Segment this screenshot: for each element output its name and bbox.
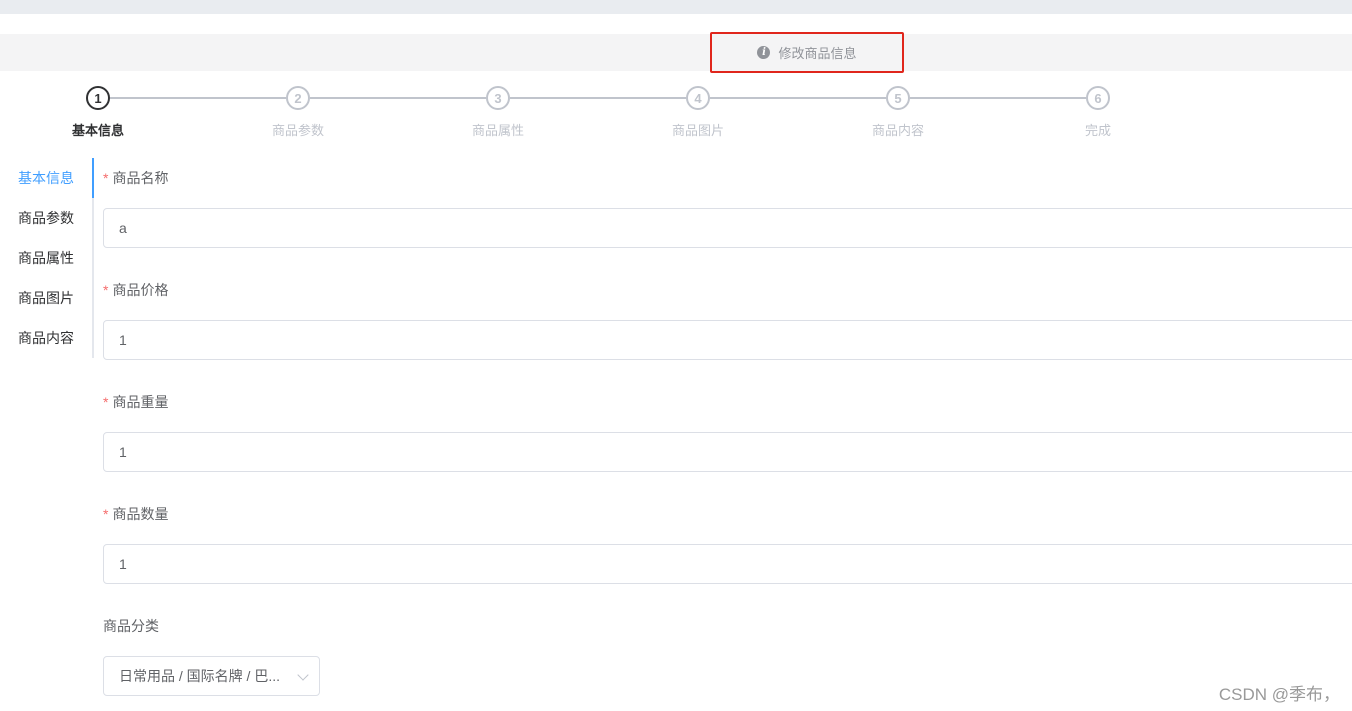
step-label: 商品图片: [671, 123, 724, 138]
field-label: * 商品数量: [103, 494, 1352, 534]
required-mark: *: [103, 506, 109, 522]
form-item-weight: * 商品重量 1: [103, 382, 1352, 472]
step-5: 5 商品内容: [838, 86, 958, 139]
form-item-price: * 商品价格 1: [103, 270, 1352, 360]
required-mark: *: [103, 170, 109, 186]
field-label: * 商品名称: [103, 158, 1352, 198]
step-3: 3 商品属性: [438, 86, 558, 139]
quantity-input[interactable]: 1: [103, 544, 1352, 584]
weight-input[interactable]: 1: [103, 432, 1352, 472]
step-label: 基本信息: [71, 123, 124, 138]
name-input[interactable]: a: [103, 208, 1352, 248]
steps-bar: 1 基本信息 2 商品参数 3 商品属性 4 商品图片 5 商品内容 6 完成: [0, 86, 1352, 146]
side-tabs: 基本信息 商品参数 商品属性 商品图片 商品内容: [0, 158, 94, 358]
tab-product-params[interactable]: 商品参数: [0, 198, 92, 238]
step-label: 商品属性: [471, 123, 524, 138]
step-number: 1: [86, 86, 110, 110]
info-alert: [0, 34, 1352, 71]
step-2: 2 商品参数: [238, 86, 358, 139]
step-label: 商品内容: [871, 123, 924, 138]
step-label: 完成: [1084, 123, 1111, 138]
tab-basic-info[interactable]: 基本信息: [0, 158, 92, 198]
tab-product-attrs[interactable]: 商品属性: [0, 238, 92, 278]
field-label-text: 商品价格: [112, 282, 169, 298]
required-mark: *: [103, 394, 109, 410]
field-label-text: 商品名称: [112, 170, 169, 186]
chevron-down-icon: [297, 669, 309, 681]
step-number: 5: [886, 86, 910, 110]
step-4: 4 商品图片: [638, 86, 758, 139]
watermark: CSDN @季布，: [1218, 685, 1340, 704]
alert-text: 修改商品信息: [778, 46, 857, 61]
form-item-name: * 商品名称 a: [103, 158, 1352, 248]
price-input[interactable]: 1: [103, 320, 1352, 360]
step-number: 4: [686, 86, 710, 110]
category-cascader[interactable]: 日常用品 / 国际名牌 / 巴...: [103, 656, 320, 696]
field-label: 商品分类: [103, 618, 159, 634]
field-label-text: 商品重量: [112, 394, 169, 410]
form-item-quantity: * 商品数量 1: [103, 494, 1352, 584]
field-label-text: 商品数量: [112, 506, 169, 522]
step-number: 3: [486, 86, 510, 110]
category-value: 日常用品 / 国际名牌 / 巴...: [119, 668, 281, 684]
field-label: * 商品重量: [103, 382, 1352, 422]
tab-product-content[interactable]: 商品内容: [0, 318, 92, 358]
tab-active-indicator: [92, 158, 94, 198]
step-1: 1 基本信息: [38, 86, 158, 139]
step-label: 商品参数: [271, 123, 324, 138]
alert-highlight: i 修改商品信息: [710, 32, 904, 73]
info-icon: i: [757, 46, 771, 59]
tab-product-images[interactable]: 商品图片: [0, 278, 92, 318]
step-6: 6 完成: [1038, 86, 1158, 139]
step-number: 6: [1086, 86, 1110, 110]
top-strip: [0, 0, 1352, 14]
field-label: * 商品价格: [103, 270, 1352, 310]
step-number: 2: [286, 86, 310, 110]
required-mark: *: [103, 282, 109, 298]
form-item-category: 商品分类: [103, 606, 1352, 646]
